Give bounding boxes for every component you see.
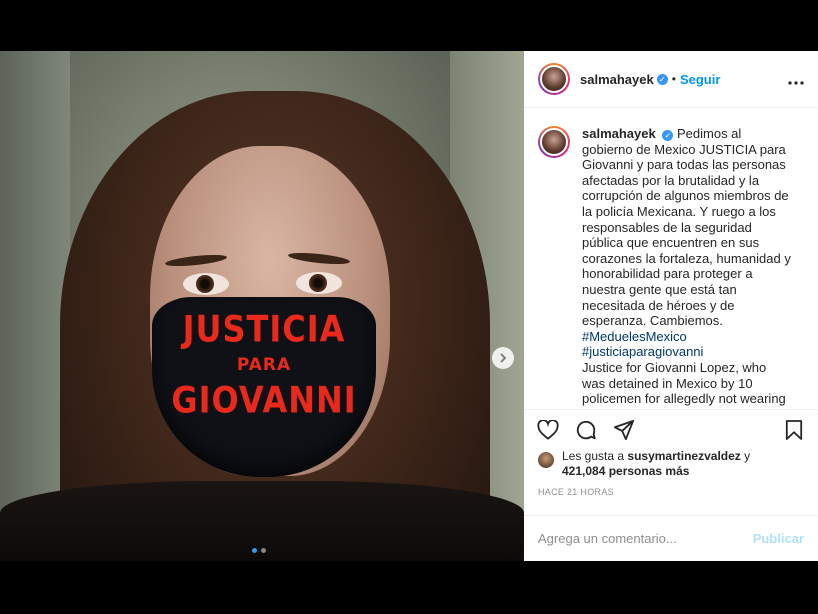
- likes-summary: Les gusta a susymartinezvaldez y 421,084…: [524, 449, 818, 483]
- right-eye: [296, 272, 342, 294]
- post-photo[interactable]: JUSTICIA PARA GIOVANNI: [0, 51, 524, 561]
- comment-input[interactable]: [538, 531, 753, 546]
- caption-avatar[interactable]: [538, 126, 570, 158]
- post-timestamp[interactable]: HACE 21 HORAS: [524, 483, 818, 515]
- comments-area[interactable]: salmahayek ✓ Pedimos al gobierno de Mexi…: [524, 108, 818, 409]
- post-side-panel: salmahayek ✓ • Seguir salmahayek ✓ Pedim…: [524, 51, 818, 561]
- mask-text-line-1: JUSTICIA: [182, 307, 346, 351]
- hashtag-link[interactable]: #MeduelesMexico: [582, 329, 792, 345]
- next-slide-button[interactable]: [492, 347, 514, 369]
- more-options-icon[interactable]: [788, 69, 804, 90]
- liker-username[interactable]: susymartinezvaldez: [627, 449, 740, 463]
- comment-form: Publicar: [524, 515, 818, 561]
- post-header: salmahayek ✓ • Seguir: [524, 51, 818, 108]
- paper-plane-icon[interactable]: [612, 418, 636, 442]
- hashtag-link[interactable]: #justiciaparagiovanni: [582, 344, 792, 360]
- avatar-image: [540, 65, 568, 93]
- avatar[interactable]: [538, 63, 570, 95]
- likes-conjunction: y: [744, 449, 751, 463]
- post-caption: salmahayek ✓ Pedimos al gobierno de Mexi…: [582, 126, 792, 409]
- likes-count[interactable]: 421,084 personas más: [562, 464, 689, 478]
- mask-text-line-3: GIOVANNI: [171, 378, 357, 422]
- bookmark-icon[interactable]: [782, 418, 806, 442]
- carousel-dot: [261, 548, 266, 553]
- action-bar: [524, 409, 818, 449]
- likes-text: Les gusta a susymartinezvaldez y 421,084…: [562, 449, 750, 479]
- caption-username[interactable]: salmahayek: [582, 126, 656, 141]
- mask-text-line-2: PARA: [236, 355, 292, 375]
- carousel-dot-active: [252, 548, 257, 553]
- header-username[interactable]: salmahayek: [580, 72, 654, 87]
- heart-icon[interactable]: [536, 418, 560, 442]
- caption-text: Pedimos al gobierno de Mexico JUSTICIA p…: [582, 126, 791, 329]
- verified-badge-icon: ✓: [656, 73, 668, 85]
- likes-prefix: Les gusta a: [562, 449, 625, 463]
- comment-icon[interactable]: [574, 418, 598, 442]
- carousel-dots: [252, 548, 266, 553]
- left-eye: [183, 273, 229, 295]
- chevron-right-icon: [500, 353, 507, 363]
- follow-button[interactable]: Seguir: [680, 72, 720, 87]
- liker-avatar[interactable]: [538, 452, 554, 468]
- avatar-image: [540, 128, 568, 156]
- post-modal: JUSTICIA PARA GIOVANNI salmahayek ✓ • Se…: [0, 51, 818, 561]
- verified-badge-icon: ✓: [662, 130, 674, 141]
- caption-english-text: Justice for Giovanni Lopez, who was deta…: [582, 359, 786, 409]
- separator-dot: •: [671, 72, 676, 86]
- post-comment-button[interactable]: Publicar: [753, 531, 804, 546]
